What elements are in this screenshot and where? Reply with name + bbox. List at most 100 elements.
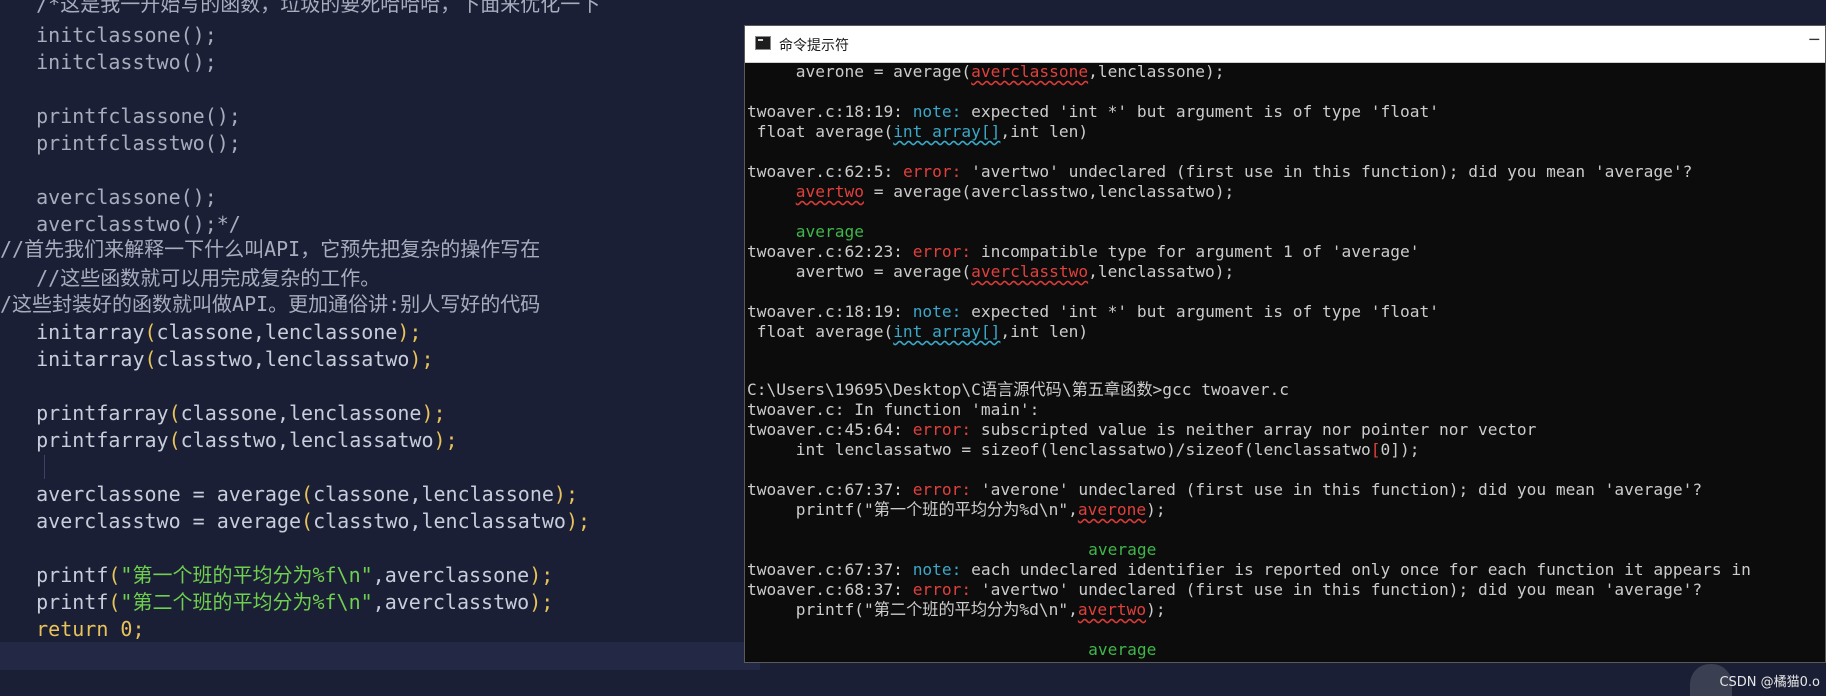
terminal-line-token: printf("第一个班的平均分为%d\n", <box>747 500 1078 519</box>
code-line: /*这是我一开始写的函数，垃圾的要死哈哈哈，下面来优化一下 <box>0 0 600 17</box>
code-line-token: printfclassone <box>0 104 205 128</box>
indent-guide <box>44 455 45 479</box>
terminal-line-token: subscripted value is neither array nor p… <box>971 420 1537 439</box>
terminal-line-token: ); <box>1146 600 1166 619</box>
terminal-line-token: note: <box>912 560 962 579</box>
code-line-token: classone,lenclassone <box>180 401 422 425</box>
terminal-line: twoaver.c:67:37: error: 'averone' undecl… <box>747 480 1702 500</box>
minimize-button[interactable]: ─ <box>1809 30 1819 49</box>
code-line: printfarray(classtwo,lenclassatwo); <box>0 427 457 453</box>
terminal-line-token: expected 'int *' but argument is of type… <box>961 302 1439 321</box>
code-line: initclassone(); <box>0 22 217 48</box>
code-line-token: ( <box>301 482 314 506</box>
terminal-line-token: ,lenclassatwo); <box>1088 262 1235 281</box>
code-line-token: ( <box>144 347 157 371</box>
terminal-line: twoaver.c:45:64: error: subscripted valu… <box>747 420 1536 440</box>
terminal-line-token: twoaver.c:67:37: <box>747 480 913 499</box>
terminal-line: twoaver.c:67:37: note: each undeclared i… <box>747 560 1751 580</box>
terminal-line-token: avertwo <box>795 182 864 201</box>
terminal-line: twoaver.c:18:19: note: expected 'int *' … <box>747 302 1439 322</box>
terminal-line-token: averclassone <box>971 62 1089 81</box>
watermark: CSDN @橘猫0.o <box>1719 675 1820 690</box>
code-line-token: averclassone <box>0 185 181 209</box>
terminal-line-token: ); <box>1146 500 1166 519</box>
terminal-line-token: average <box>747 640 1157 659</box>
code-line-token: ( <box>301 509 314 533</box>
terminal-line: twoaver.c:62:5: error: 'avertwo' undecla… <box>747 162 1692 182</box>
code-line-token: ); <box>529 590 554 614</box>
code-line-token: ); <box>553 482 578 506</box>
terminal-line-token: float average( <box>747 122 894 141</box>
terminal-line: twoaver.c:68:37: error: 'avertwo' undecl… <box>747 580 1702 600</box>
command-prompt-window[interactable]: 命令提示符 ─ averone = average(averclassone,l… <box>744 25 1826 663</box>
terminal-line: float average(int array[],int len) <box>747 122 1088 142</box>
terminal-line-token: avertwo <box>1077 600 1147 619</box>
terminal-line: printf("第二个班的平均分为%d\n",avertwo); <box>747 600 1166 620</box>
code-line-token: //这些函数就可以用完成复杂的工作。 <box>0 266 381 290</box>
code-line: printf("第一个班的平均分为%f\n",averclassone); <box>0 562 553 588</box>
terminal-line-token: float average( <box>747 322 894 341</box>
terminal-line: int lenclassatwo = sizeof(lenclassatwo)/… <box>747 440 1420 460</box>
code-line-token: (); <box>180 50 217 74</box>
terminal-line-token: error: <box>912 480 972 499</box>
code-line-token: (); <box>180 23 217 47</box>
code-line: averclasstwo();*/ <box>0 211 241 237</box>
terminal-line-token: incompatible type for argument 1 of 'ave… <box>971 242 1420 261</box>
terminal-line-token: average <box>747 222 864 241</box>
window-titlebar[interactable]: 命令提示符 ─ <box>745 26 1825 63</box>
terminal-line-token: 'averone' undeclared (first use in this … <box>971 480 1703 499</box>
terminal-line-token: twoaver.c:62:23: <box>747 242 913 261</box>
terminal-line-token: int array[] <box>893 122 1001 141</box>
terminal-line: twoaver.c: In function 'main': <box>747 400 1039 420</box>
terminal-line-token: 'avertwo' undeclared (first use in this … <box>961 162 1693 181</box>
terminal-line-token: error: <box>912 242 972 261</box>
code-line: averclassone(); <box>0 184 217 210</box>
code-line: /这些封装好的函数就叫做API。更加通俗讲:别人写好的代码 <box>0 291 540 317</box>
terminal-line-token <box>747 182 796 201</box>
terminal-line-token: ,int len) <box>1000 122 1089 141</box>
code-line-token: ); <box>397 320 422 344</box>
terminal-line-token: error: <box>902 162 962 181</box>
code-line-token: averclasstwo = average <box>0 509 302 533</box>
terminal-line-token: twoaver.c:45:64: <box>747 420 913 439</box>
code-line: return 0; <box>0 616 144 642</box>
code-line-token: ( <box>168 401 181 425</box>
code-line-token: printf <box>0 563 109 587</box>
terminal-line: twoaver.c:62:23: error: incompatible typ… <box>747 242 1419 262</box>
terminal-line-token: twoaver.c:18:19: <box>747 102 913 121</box>
current-line-highlight <box>0 642 760 670</box>
terminal-line-token: averone = average( <box>747 62 972 81</box>
code-line-token: ); <box>529 563 554 587</box>
terminal-line-token: printf("第二个班的平均分为%d\n", <box>747 600 1078 619</box>
terminal-line-token: error: <box>912 420 972 439</box>
terminal-line: C:\Users\19695\Desktop\C语言源代码\第五章函数>gcc … <box>747 380 1289 400</box>
terminal-line-token: twoaver.c:67:37: <box>747 560 913 579</box>
code-line-token: ( <box>108 563 121 587</box>
code-line: initarray(classone,lenclassone); <box>0 319 421 345</box>
code-line-token: ); <box>409 347 434 371</box>
terminal-line-token: note: <box>912 302 962 321</box>
terminal-line-token: averclasstwo <box>971 262 1089 281</box>
code-line-token: ); <box>421 401 446 425</box>
code-line-token: averclasstwo <box>0 212 181 236</box>
terminal-line: averone = average(averclassone,lenclasso… <box>747 62 1225 82</box>
terminal-output[interactable]: averone = average(averclassone,lenclasso… <box>745 62 1825 662</box>
terminal-line-token: note: <box>912 102 962 121</box>
code-line-token: classone,lenclassone <box>156 320 398 344</box>
code-line: printfclasstwo(); <box>0 130 241 156</box>
code-line-token: averclassone = average <box>0 482 302 506</box>
code-line-token: //首先我们来解释一下什么叫API，它预先把复杂的操作写在 <box>0 237 541 261</box>
terminal-line-token: twoaver.c:62:5: <box>747 162 903 181</box>
terminal-line-token: twoaver.c:68:37: <box>747 580 913 599</box>
code-line-token: classone,lenclassone <box>313 482 554 506</box>
terminal-icon <box>755 36 771 50</box>
code-line: //首先我们来解释一下什么叫API，它预先把复杂的操作写在 <box>0 236 540 262</box>
terminal-line-token: ,int len) <box>1000 322 1089 341</box>
code-line-token: (); <box>180 185 217 209</box>
code-line-token: ();*/ <box>180 212 241 236</box>
code-line-token: "第二个班的平均分为%f\n" <box>120 590 373 614</box>
terminal-line-token: error: <box>912 580 972 599</box>
terminal-line: average <box>747 640 1156 660</box>
terminal-line: twoaver.c:18:19: note: expected 'int *' … <box>747 102 1439 122</box>
code-line-token: initarray <box>0 320 145 344</box>
